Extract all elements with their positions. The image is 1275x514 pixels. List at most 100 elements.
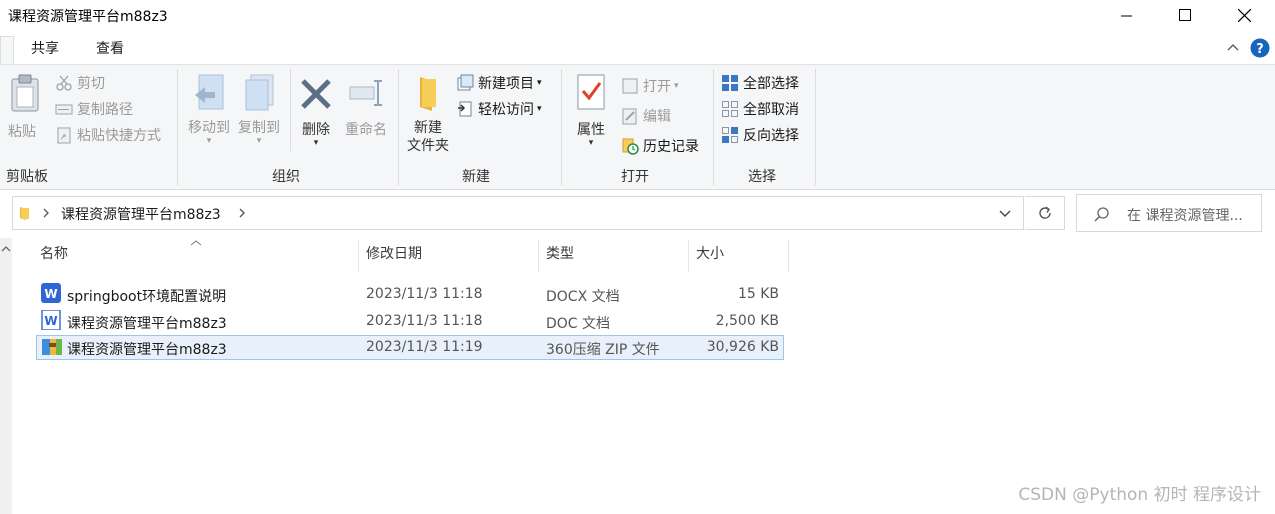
column-divider[interactable] [788,240,789,272]
file-name: springboot环境配置说明 [67,289,227,305]
search-input[interactable]: 在 课程资源管理... [1076,194,1262,232]
chevron-down-icon[interactable] [998,208,1012,220]
copy-to-button[interactable]: 复制到 ▾ [235,73,283,146]
history-button[interactable]: 历史记录 [621,135,699,157]
history-label: 历史记录 [643,139,699,155]
new-folder-button[interactable]: 新建 文件夹 [404,73,452,155]
group-label-new: 新建 [462,169,490,185]
dropdown-arrow-icon: ▾ [674,81,679,91]
edit-label: 编辑 [643,109,671,125]
edit-button[interactable]: 编辑 [621,105,699,127]
title-bar: 课程资源管理平台m88z3 [0,0,1275,32]
invert-selection-button[interactable]: 反向选择 [721,124,799,146]
close-button[interactable] [1221,0,1267,30]
tab-view[interactable]: 查看 [96,38,124,62]
open-label: 打开 [643,79,671,95]
properties-button[interactable]: 属性 ▾ [572,73,610,148]
maximize-button[interactable] [1162,0,1208,30]
open-icon [622,78,638,94]
scissors-icon [56,75,72,91]
properties-label: 属性 [577,122,605,138]
help-icon: ? [1250,38,1270,58]
file-type: 360压缩 ZIP 文件 [546,342,660,358]
collapse-ribbon-button[interactable] [1226,40,1240,58]
folder-icon [20,207,29,220]
dropdown-arrow-icon: ▾ [537,104,542,114]
move-to-button[interactable]: 移动到 ▾ [185,73,233,146]
column-header-modified[interactable]: 修改日期 [366,243,422,271]
scroll-up-arrow-icon[interactable] [1,244,11,254]
select-none-button[interactable]: 全部取消 [721,98,799,120]
group-label-clipboard: 剪贴板 [6,169,48,185]
help-button[interactable]: ? [1250,38,1270,62]
svg-text:?: ? [1256,42,1264,57]
file-row[interactable]: W 课程资源管理平台m88z3 2023/11/3 11:18 DOC 文档 2… [36,309,784,334]
group-label-organize: 组织 [272,169,300,185]
refresh-button[interactable] [1025,196,1065,230]
minimize-button[interactable] [1104,0,1150,30]
column-divider[interactable] [538,240,539,272]
column-header-name[interactable]: 名称 [40,243,68,271]
easy-access-button[interactable]: 轻松访问 ▾ [456,98,542,120]
chevron-right-icon[interactable] [41,207,51,219]
select-all-button[interactable]: 全部选择 [721,72,799,94]
file-row[interactable]: W springboot环境配置说明 2023/11/3 11:18 DOCX … [36,282,784,307]
chevron-right-icon[interactable] [237,207,247,219]
new-folder-label: 新建 文件夹 [404,119,452,155]
word-doc-icon: W [41,310,61,330]
column-header-type[interactable]: 类型 [546,243,574,271]
edit-pencil-icon [622,108,637,125]
delete-button[interactable]: 删除 ▾ [297,75,335,148]
copy-path-button[interactable]: 复制路径 [55,98,161,120]
paste-shortcut-icon [57,127,71,144]
move-to-icon [195,74,224,110]
column-divider[interactable] [688,240,689,272]
group-label-select: 选择 [748,169,776,185]
easy-access-icon [458,101,472,117]
wps-word-icon: W [41,283,61,303]
ribbon-tabs: 共享 查看 ? [0,32,1275,65]
invert-selection-icon [722,127,738,143]
paste-shortcut-button[interactable]: 粘贴快捷方式 [55,124,161,146]
select-all-icon [722,75,738,91]
address-bar[interactable]: 课程资源管理平台m88z3 [12,196,1024,230]
search-placeholder: 在 课程资源管理... [1127,208,1243,224]
paste-shortcut-label: 粘贴快捷方式 [77,128,161,144]
invert-selection-label: 反向选择 [743,128,799,144]
column-divider[interactable] [358,240,359,272]
delete-x-icon [301,79,331,109]
easy-access-label: 轻松访问 [478,102,534,118]
copy-path-label: 复制路径 [77,102,133,118]
group-divider [815,69,816,185]
cut-button[interactable]: 剪切 [55,72,161,94]
close-icon [1237,8,1251,22]
properties-checkmark-icon [577,74,605,110]
paste-button[interactable]: 粘贴 [8,73,46,141]
history-icon [622,138,639,155]
svg-text:W: W [44,287,57,301]
watermark: CSDN @Python 初时 程序设计 [1018,485,1261,505]
file-name: 课程资源管理平台m88z3 [67,316,227,332]
move-to-label: 移动到 [188,120,230,136]
file-type: DOCX 文档 [546,289,620,305]
file-row-selected[interactable]: 课程资源管理平台m88z3 2023/11/3 11:19 360压缩 ZIP … [36,335,784,360]
search-icon [1094,207,1109,222]
clipboard-paste-icon [11,74,39,112]
cut-label: 剪切 [77,76,105,92]
copy-to-label: 复制到 [238,120,280,136]
rename-button[interactable]: 重命名 [342,75,390,139]
breadcrumb-current-folder[interactable]: 课程资源管理平台m88z3 [61,204,221,224]
file-size: 2,500 KB [715,313,779,329]
navigation-pane-scrollbar[interactable] [0,238,12,514]
refresh-icon [1038,206,1051,219]
new-item-button[interactable]: 新建项目 ▾ [456,72,542,94]
tab-file-edge[interactable] [0,36,14,65]
open-button[interactable]: 打开 ▾ [621,75,699,97]
delete-label: 删除 [302,122,330,138]
file-modified: 2023/11/3 11:18 [366,286,483,302]
group-divider [398,69,399,185]
tab-share[interactable]: 共享 [31,38,59,62]
column-header-size[interactable]: 大小 [696,243,724,271]
group-divider [561,69,562,185]
select-none-icon [722,101,738,117]
